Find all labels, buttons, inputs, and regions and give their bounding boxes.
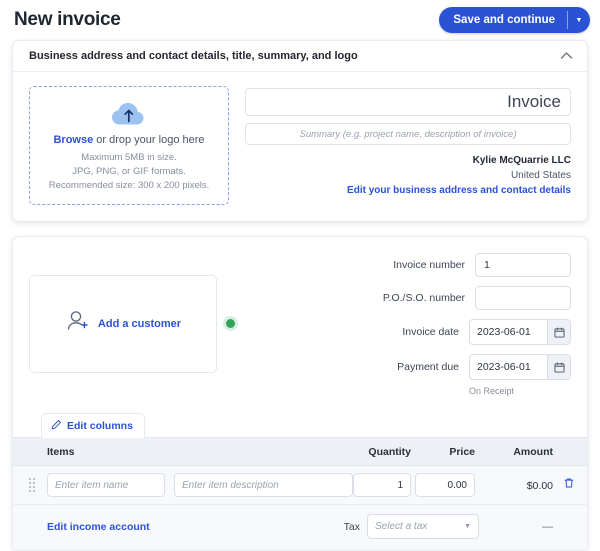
payment-due-field[interactable]: 2023-06-01 [469, 354, 571, 380]
amount-column-header: Amount [479, 446, 553, 458]
tax-select-value: Select a tax [375, 521, 427, 532]
invoice-fields: Invoice number P.O./S.O. number Invoice … [245, 251, 571, 396]
po-so-number-label: P.O./S.O. number [365, 292, 465, 305]
customer-box-wrap: Add a customer [29, 251, 235, 396]
po-so-number-row: P.O./S.O. number [245, 286, 571, 310]
payment-due-hint: On Receipt [469, 386, 571, 396]
edit-columns-button[interactable]: Edit columns [41, 413, 145, 438]
status-indicator-dot [226, 319, 235, 328]
payment-due-label: Payment due [359, 361, 459, 374]
business-section-header[interactable]: Business address and contact details, ti… [13, 41, 587, 72]
invoice-title-input[interactable] [245, 88, 571, 116]
invoice-details-card: Add a customer Invoice number P.O./S.O. … [12, 236, 588, 551]
business-country: United States [347, 169, 571, 184]
items-table-footer: Edit income account Tax Select a tax ▼ — [13, 505, 587, 550]
logo-hint-3: Recommended size: 300 x 200 pixels. [38, 179, 220, 193]
save-and-continue-button[interactable]: Save and continue [439, 7, 567, 33]
save-and-continue-split-button[interactable]: Save and continue ▼ [439, 7, 590, 33]
payment-due-row: Payment due 2023-06-01 [245, 354, 571, 380]
business-section-title: Business address and contact details, ti… [29, 50, 358, 62]
logo-dropzone[interactable]: Browse or drop your logo here Maximum 5M… [29, 86, 229, 205]
trash-icon[interactable] [553, 476, 575, 494]
calendar-icon[interactable] [547, 355, 570, 379]
business-name: Kylie McQuarrie LLC [347, 154, 571, 169]
edit-income-account-link[interactable]: Edit income account [29, 521, 150, 533]
payment-due-hint-row: On Receipt [245, 384, 571, 396]
tax-label: Tax [344, 521, 360, 533]
edit-columns-label: Edit columns [67, 420, 133, 432]
summary-input[interactable] [245, 123, 571, 145]
chevron-up-icon[interactable] [560, 50, 573, 62]
business-section-body: Browse or drop your logo here Maximum 5M… [13, 72, 587, 221]
item-name-input[interactable] [47, 473, 165, 497]
price-column-header: Price [415, 446, 479, 458]
quantity-column-header: Quantity [353, 446, 415, 458]
invoice-number-input[interactable] [475, 253, 571, 277]
tax-amount-value: — [479, 521, 553, 533]
add-customer-label: Add a customer [98, 318, 181, 330]
calendar-icon[interactable] [547, 320, 570, 344]
edit-columns-tab-row: Edit columns [13, 402, 587, 437]
logo-hint-2: JPG, PNG, or GIF formats. [38, 165, 220, 179]
drag-handle-icon[interactable] [29, 478, 43, 492]
item-price-input[interactable] [415, 473, 475, 497]
invoice-date-row: Invoice date 2023-06-01 [245, 319, 571, 345]
invoice-date-field[interactable]: 2023-06-01 [469, 319, 571, 345]
item-quantity-input[interactable] [353, 473, 411, 497]
chevron-down-icon: ▼ [464, 523, 471, 530]
browse-link[interactable]: Browse [53, 134, 93, 146]
table-row: $0.00 [13, 466, 587, 505]
invoice-number-row: Invoice number [245, 253, 571, 277]
business-info: Kylie McQuarrie LLC United States Edit y… [347, 154, 571, 199]
add-customer-box[interactable]: Add a customer [29, 275, 217, 373]
invoice-number-label: Invoice number [365, 259, 465, 272]
edit-business-details-link[interactable]: Edit your business address and contact d… [347, 184, 571, 199]
page-header: New invoice Save and continue ▼ [0, 0, 600, 40]
customer-and-fields-row: Add a customer Invoice number P.O./S.O. … [13, 237, 587, 402]
business-details-card: Business address and contact details, ti… [12, 40, 588, 222]
items-column-header: Items [43, 446, 165, 458]
invoice-title-column: Kylie McQuarrie LLC United States Edit y… [245, 86, 571, 205]
logo-upload-main-text: Browse or drop your logo here [38, 134, 220, 146]
item-description-input[interactable] [174, 473, 353, 497]
payment-due-value[interactable]: 2023-06-01 [470, 355, 547, 379]
invoice-date-value[interactable]: 2023-06-01 [470, 320, 547, 344]
invoice-date-label: Invoice date [359, 326, 459, 339]
drop-text: or drop your logo here [93, 134, 204, 146]
items-table-header: Items Quantity Price Amount [13, 437, 587, 466]
po-so-number-input[interactable] [475, 286, 571, 310]
item-amount-value: $0.00 [527, 480, 553, 492]
chevron-down-icon[interactable]: ▼ [568, 7, 590, 33]
logo-hint-1: Maximum 5MB in size. [38, 151, 220, 165]
cloud-upload-icon [38, 99, 220, 127]
add-person-icon [65, 309, 91, 338]
page-title: New invoice [14, 9, 121, 31]
pencil-icon [51, 419, 62, 433]
